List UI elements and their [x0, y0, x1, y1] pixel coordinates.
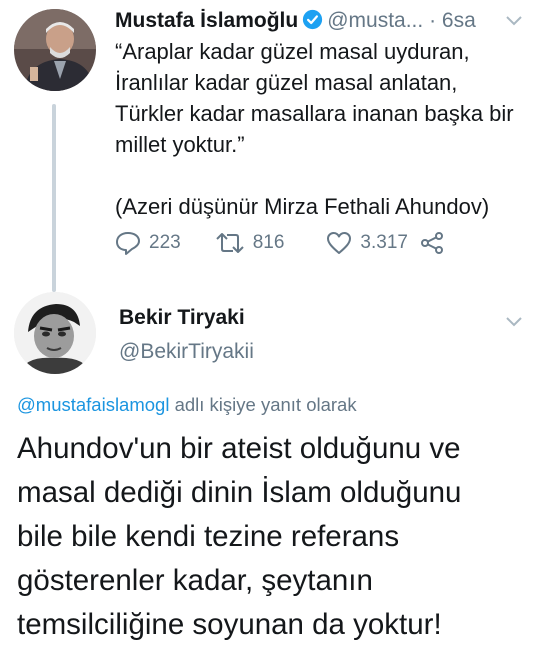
tweet-timestamp[interactable]: 6sa [442, 9, 476, 32]
author-name[interactable]: Mustafa İslamoğlu [115, 9, 298, 32]
tweet-text-line: Ahundov'un bir ateist olduğunu ve [17, 432, 461, 465]
tweet-text-line: temsilciliğine soyunan da yoktur! [17, 608, 442, 641]
tweet-text-line: gösterenler kadar, şeytanın [17, 564, 373, 597]
like-count: 3.317 [360, 232, 408, 253]
tweet-text-line: millet yoktur.” [115, 132, 245, 157]
tweet-text-line: “Araplar kadar güzel masal uyduran, [115, 39, 470, 64]
chevron-down-icon[interactable] [506, 311, 522, 332]
author-name[interactable]: Bekir Tiryaki [119, 306, 245, 330]
author-handle[interactable]: @BekirTiryakii [119, 340, 254, 364]
replying-to-line: @mustafaislamogl adlı kişiye yanıt olara… [17, 394, 357, 416]
tweet1-body: “Araplar kadar güzel masal uyduran, İran… [115, 36, 525, 222]
retweet-count: 816 [252, 232, 285, 253]
reply-mention-link[interactable]: @mustafaislamogl [17, 394, 169, 415]
reply-count: 223 [149, 232, 181, 253]
separator-dot: · [429, 9, 437, 32]
tweet-text-line: İranlılar kadar güzel masal anlatan, [115, 70, 458, 95]
reply-context-text: adlı kişiye yanıt olarak [169, 394, 357, 415]
verified-badge-icon [302, 9, 323, 39]
tweet-text-line: masal dediği dinin İslam olduğunu [17, 476, 462, 509]
tweet1-action-bar: 223 816 3.317 [115, 228, 444, 258]
tweet1-header: Mustafa İslamoğlu @musta... · 6sa [115, 6, 476, 39]
tweet-text-line: bile bile kendi tezine referans [17, 520, 400, 553]
author-handle[interactable]: @musta... [327, 9, 423, 32]
reply-icon [115, 231, 141, 255]
like-button[interactable]: 3.317 [326, 231, 408, 255]
avatar-bekir-tiryaki[interactable] [14, 292, 96, 374]
share-icon [420, 232, 444, 254]
chevron-down-icon[interactable] [506, 10, 522, 31]
share-button[interactable] [420, 232, 444, 254]
tweet2-body: Ahundov'un bir ateist olduğunu ve masal … [17, 427, 532, 647]
avatar-mustafa-islamoglu[interactable] [14, 9, 96, 91]
retweet-button[interactable]: 816 [215, 232, 285, 254]
tweet-text-line: Türkler kadar masallara inanan başka bir [115, 101, 514, 126]
heart-icon [326, 231, 352, 255]
thread-connector-line [52, 104, 56, 292]
reply-button[interactable]: 223 [115, 231, 181, 255]
retweet-icon [215, 232, 245, 254]
tweet-text-line: (Azeri düşünür Mirza Fethali Ahundov) [115, 194, 490, 219]
